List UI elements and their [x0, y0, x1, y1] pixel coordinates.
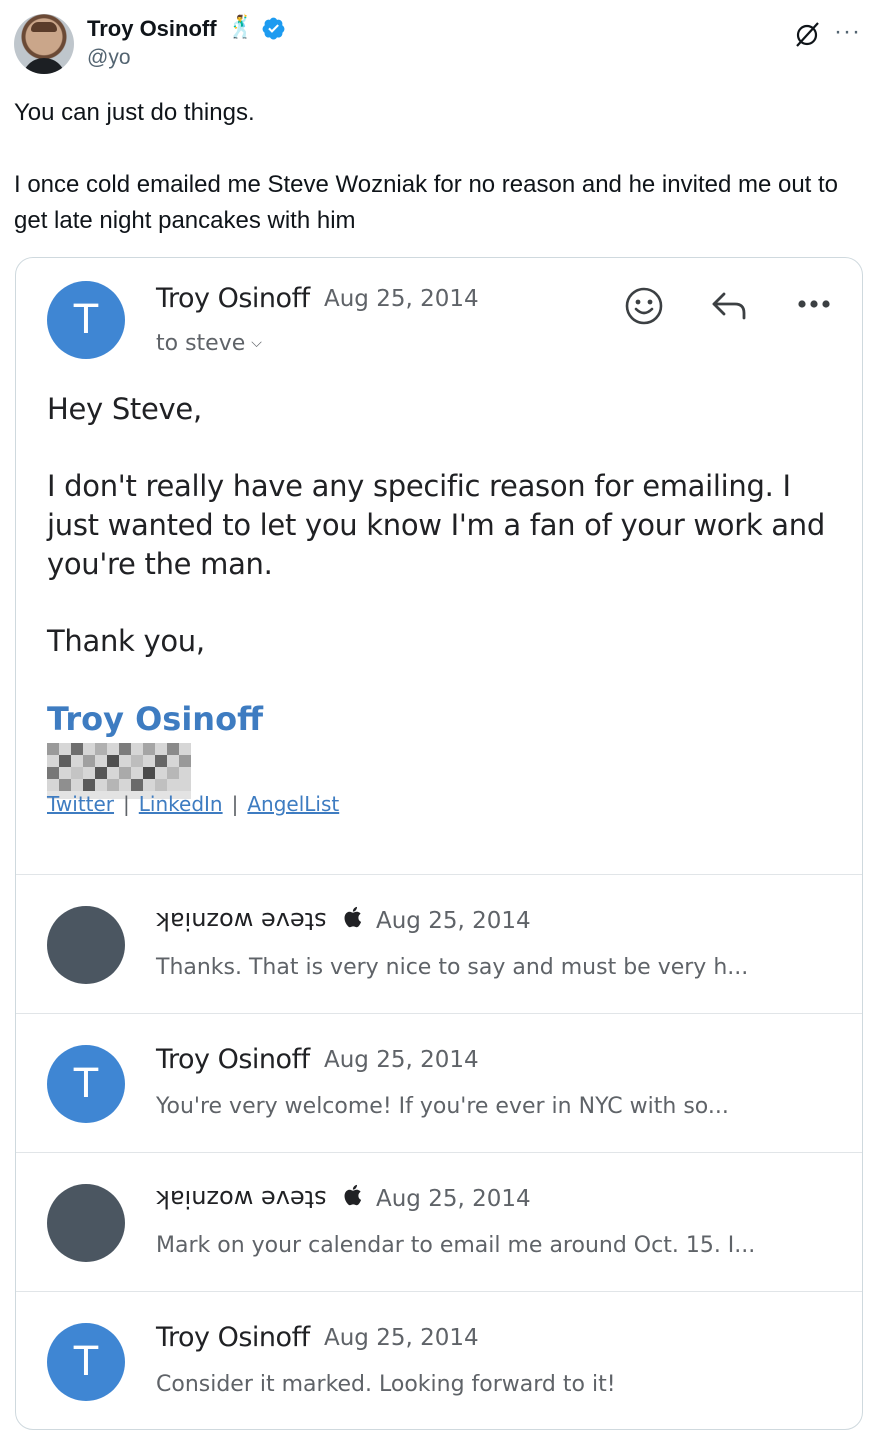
tweet-header: Troy Osinoff 🕺 @yo ··· [14, 12, 872, 78]
email-snippet: Consider it marked. Looking forward to i… [156, 1372, 616, 1397]
email-greeting: Hey Steve, [47, 392, 202, 426]
sender-name: steve wozniak [156, 907, 327, 935]
thread-row: steve wozniak Aug 25, 2014 Thanks. That … [16, 875, 862, 1014]
email-date: Aug 25, 2014 [376, 908, 531, 934]
sender-avatar: T [47, 281, 125, 359]
email-date: Aug 25, 2014 [376, 1186, 531, 1212]
grok-icon[interactable] [793, 20, 821, 48]
verified-badge-icon[interactable] [261, 16, 286, 41]
tweet-text: You can just do things. I once cold emai… [14, 95, 864, 239]
smiley-icon [625, 287, 663, 325]
email-date: Aug 25, 2014 [324, 1047, 479, 1073]
apple-logo-icon [344, 906, 362, 928]
thread-row: T Troy Osinoff Aug 25, 2014 Consider it … [16, 1292, 862, 1429]
email-body-text: I don't really have any specific reason … [47, 469, 825, 581]
author-handle[interactable]: @yo [87, 46, 131, 70]
sender-avatar: T [47, 1323, 125, 1401]
sender-name: Troy Osinoff [156, 1044, 310, 1075]
signature-links: Twitter | LinkedIn | AngelList [47, 792, 340, 816]
email-snippet: Thanks. That is very nice to say and mus… [156, 955, 749, 980]
sender-name: steve wozniak [156, 1185, 327, 1213]
sender-avatar [47, 906, 125, 984]
author-avatar[interactable] [14, 14, 74, 74]
tweet-text-line-2: I once cold emailed me Steve Wozniak for… [14, 171, 839, 234]
dancer-emoji-icon: 🕺 [227, 14, 255, 39]
email-message: T Troy Osinoff Aug 25, 2014 to steve ⌵ He… [16, 258, 862, 875]
thread-row: T Troy Osinoff Aug 25, 2014 You're very … [16, 1014, 862, 1153]
more-dots-icon[interactable]: ··· [834, 18, 861, 46]
author-display-name[interactable]: Troy Osinoff [87, 16, 217, 42]
tweet-media-image[interactable]: T Troy Osinoff Aug 25, 2014 to steve ⌵ He… [15, 257, 863, 1430]
sender-avatar [47, 1184, 125, 1262]
angellist-link[interactable]: AngelList [247, 792, 339, 816]
sender-name: Troy Osinoff [156, 283, 310, 314]
sender-avatar: T [47, 1045, 125, 1123]
email-body: Hey Steve, I don't really have any speci… [47, 390, 847, 661]
chevron-down-icon: ⌵ [251, 335, 262, 351]
sender-name: Troy Osinoff [156, 1322, 310, 1353]
email-date: Aug 25, 2014 [324, 286, 479, 312]
email-snippet: You're very welcome! If you're ever in N… [156, 1094, 729, 1119]
apple-logo-icon [344, 1184, 362, 1206]
email-snippet: Mark on your calendar to email me around… [156, 1233, 756, 1258]
email-closing: Thank you, [47, 624, 205, 658]
tweet-text-line-1: You can just do things. [14, 99, 255, 126]
twitter-link[interactable]: Twitter [47, 792, 114, 816]
signature-name: Troy Osinoff [47, 700, 263, 738]
more-dots-icon [798, 300, 830, 308]
reply-arrow-icon [712, 292, 746, 320]
linkedin-link[interactable]: LinkedIn [139, 792, 223, 816]
email-date: Aug 25, 2014 [324, 1325, 479, 1351]
pixelated-redaction [47, 743, 191, 799]
thread-row: steve wozniak Aug 25, 2014 Mark on your … [16, 1153, 862, 1292]
recipient-line: to steve ⌵ [156, 331, 262, 356]
recipient-label: to steve [156, 331, 246, 356]
